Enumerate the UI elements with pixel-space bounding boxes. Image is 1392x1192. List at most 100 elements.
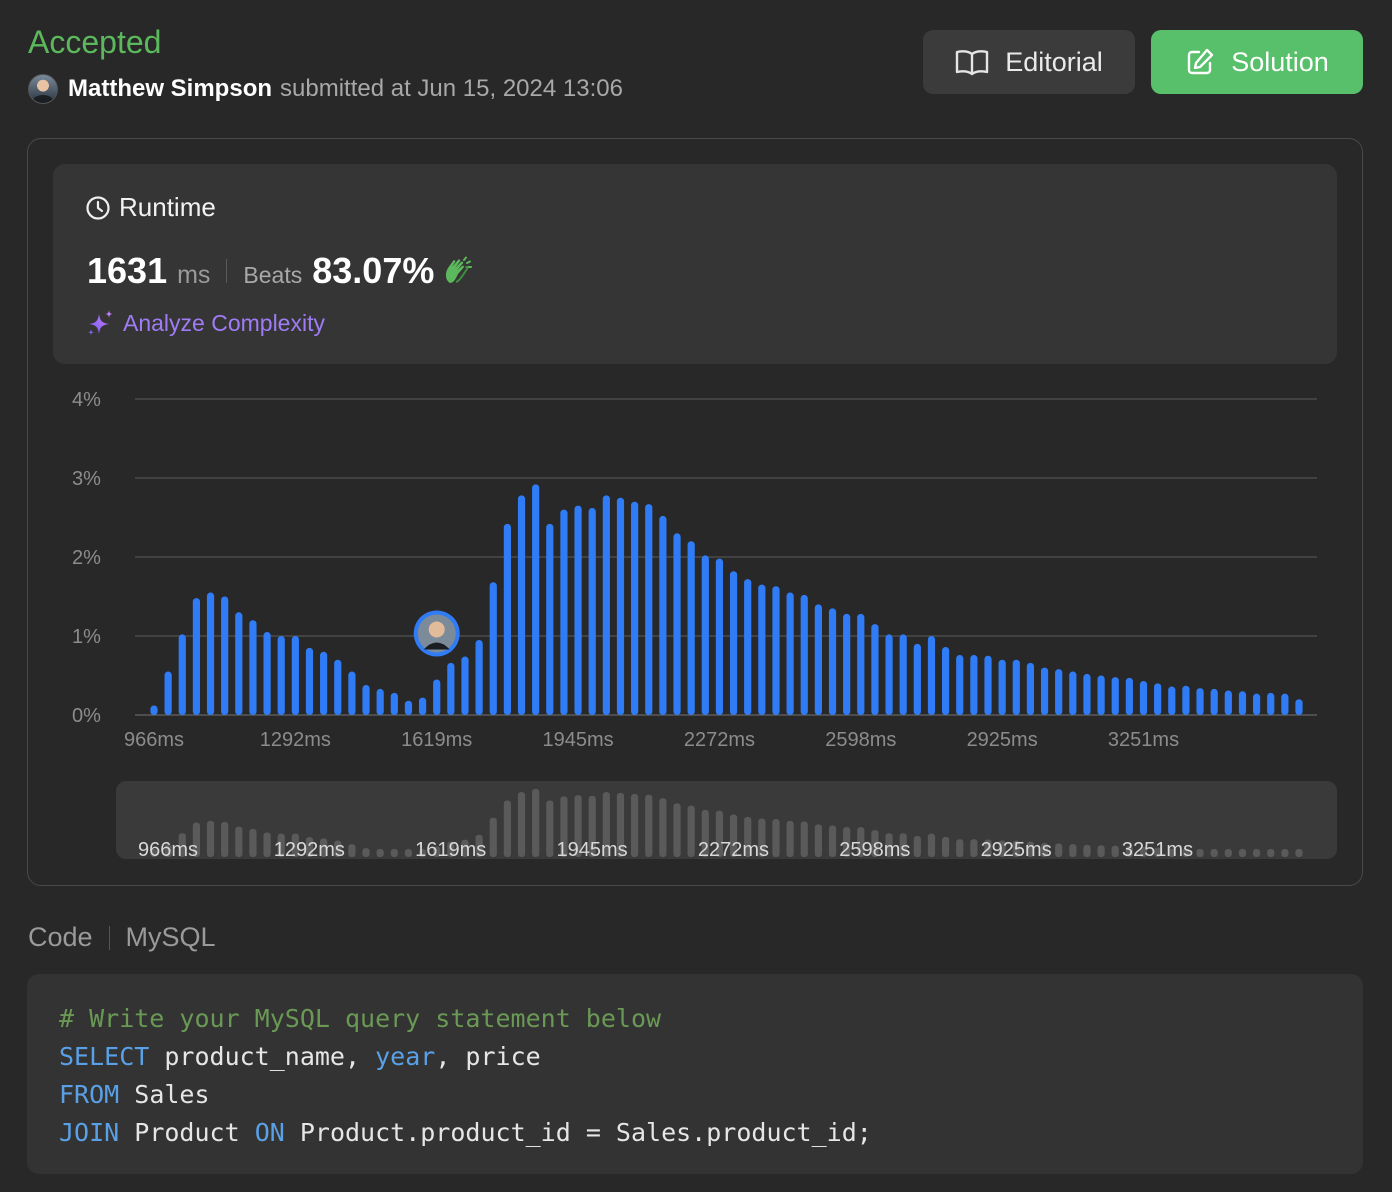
runtime-bar[interactable]: [461, 656, 469, 715]
runtime-bar[interactable]: [942, 647, 950, 715]
runtime-bar[interactable]: [164, 671, 172, 715]
runtime-bar[interactable]: [616, 497, 625, 715]
runtime-bar[interactable]: [1267, 692, 1275, 715]
runtime-bar[interactable]: [1139, 681, 1148, 715]
runtime-bar[interactable]: [970, 654, 978, 715]
runtime-bar[interactable]: [1012, 659, 1020, 715]
chart-range-navigator[interactable]: 966ms 1292ms 1619ms 1945ms 2272ms 2598ms 2925m…: [116, 781, 1337, 859]
runtime-bar[interactable]: [659, 515, 667, 715]
runtime-bar[interactable]: [1040, 667, 1049, 715]
runtime-bar[interactable]: [984, 655, 992, 715]
runtime-bar[interactable]: [433, 679, 441, 715]
runtime-bar[interactable]: [687, 541, 695, 715]
runtime-bar[interactable]: [1252, 693, 1261, 715]
runtime-bar[interactable]: [899, 634, 907, 715]
code-block[interactable]: # Write your MySQL query statement below…: [27, 974, 1363, 1174]
runtime-bar[interactable]: [560, 509, 568, 715]
runtime-bar[interactable]: [221, 596, 229, 716]
runtime-bar[interactable]: [574, 505, 582, 715]
code-line: # Write your MySQL query statement below: [59, 1000, 1331, 1038]
runtime-bar[interactable]: [1097, 675, 1105, 716]
runtime-bar[interactable]: [786, 592, 794, 715]
runtime-bar[interactable]: [744, 579, 752, 715]
runtime-bar[interactable]: [645, 504, 653, 715]
runtime-bar[interactable]: [291, 636, 299, 715]
runtime-bar[interactable]: [1055, 669, 1063, 715]
runtime-bar[interactable]: [546, 523, 554, 715]
runtime-bar[interactable]: [277, 636, 285, 715]
runtime-bar[interactable]: [729, 571, 738, 715]
runtime-bar[interactable]: [1224, 690, 1232, 715]
runtime-bar[interactable]: [956, 654, 964, 715]
runtime-bar[interactable]: [913, 643, 921, 715]
runtime-bar[interactable]: [602, 495, 610, 715]
runtime-bar[interactable]: [871, 624, 879, 715]
runtime-bar[interactable]: [150, 705, 158, 715]
runtime-bar[interactable]: [800, 594, 808, 715]
runtime-bar[interactable]: [1125, 677, 1133, 715]
navigator-bar: [942, 836, 950, 857]
runtime-bar[interactable]: [828, 608, 837, 715]
runtime-bar[interactable]: [263, 632, 271, 715]
runtime-bar[interactable]: [532, 484, 540, 715]
runtime-bar[interactable]: [475, 639, 483, 715]
runtime-bar[interactable]: [814, 604, 822, 715]
runtime-bar[interactable]: [334, 659, 342, 715]
runtime-bar[interactable]: [885, 634, 893, 715]
runtime-bar[interactable]: [631, 501, 639, 715]
code-keyword: SELECT: [59, 1042, 150, 1071]
runtime-bar[interactable]: [998, 659, 1006, 715]
runtime-bar[interactable]: [1168, 686, 1176, 715]
runtime-bar[interactable]: [305, 647, 314, 715]
runtime-bar[interactable]: [404, 700, 413, 715]
runtime-bar[interactable]: [503, 523, 511, 715]
runtime-bar[interactable]: [1111, 677, 1119, 715]
your-submission-marker[interactable]: [413, 610, 460, 657]
runtime-bar[interactable]: [1083, 673, 1091, 715]
runtime-bar[interactable]: [192, 598, 201, 715]
runtime-bar[interactable]: [758, 584, 766, 715]
runtime-bar[interactable]: [701, 555, 709, 715]
user-name[interactable]: Matthew Simpson: [68, 75, 272, 103]
runtime-bar[interactable]: [1210, 688, 1218, 715]
runtime-bar[interactable]: [178, 634, 186, 715]
runtime-bar[interactable]: [772, 586, 780, 715]
runtime-bar[interactable]: [715, 558, 724, 715]
runtime-bar[interactable]: [1238, 691, 1247, 715]
runtime-bar[interactable]: [206, 592, 215, 715]
y-tick-label: 3%: [72, 468, 101, 490]
user-avatar[interactable]: [28, 74, 58, 104]
code-keyword: year: [375, 1042, 436, 1071]
runtime-bar[interactable]: [588, 508, 596, 715]
runtime-bar[interactable]: [517, 495, 526, 715]
runtime-bar[interactable]: [348, 671, 356, 715]
edit-icon: [1188, 48, 1214, 75]
runtime-bar[interactable]: [1295, 699, 1303, 715]
runtime-bar[interactable]: [1196, 688, 1204, 715]
runtime-bar[interactable]: [857, 613, 865, 715]
runtime-bar[interactable]: [390, 692, 398, 715]
runtime-bar[interactable]: [1154, 683, 1162, 715]
navigator-bar: [362, 848, 370, 857]
runtime-bar[interactable]: [843, 613, 851, 715]
runtime-bar[interactable]: [673, 533, 681, 715]
x-tick-label: 2925ms: [967, 729, 1038, 751]
runtime-bar[interactable]: [1281, 693, 1289, 715]
runtime-bar[interactable]: [376, 688, 384, 715]
runtime-bar[interactable]: [235, 612, 243, 715]
navigator-bar: [503, 800, 511, 857]
runtime-bar[interactable]: [447, 662, 455, 715]
runtime-bar[interactable]: [1069, 671, 1077, 715]
runtime-bar[interactable]: [362, 684, 370, 715]
editorial-button[interactable]: Editorial: [923, 30, 1135, 94]
solution-button[interactable]: Solution: [1151, 30, 1363, 94]
runtime-bar[interactable]: [489, 582, 497, 715]
runtime-bar[interactable]: [1026, 662, 1035, 715]
runtime-bar[interactable]: [418, 697, 427, 715]
runtime-bar[interactable]: [927, 636, 936, 715]
runtime-bar[interactable]: [320, 651, 328, 715]
analyze-complexity-link[interactable]: Analyze Complexity: [85, 308, 325, 338]
runtime-bar[interactable]: [249, 620, 257, 715]
runtime-bar[interactable]: [1182, 685, 1190, 715]
navigator-bar: [1055, 843, 1063, 857]
